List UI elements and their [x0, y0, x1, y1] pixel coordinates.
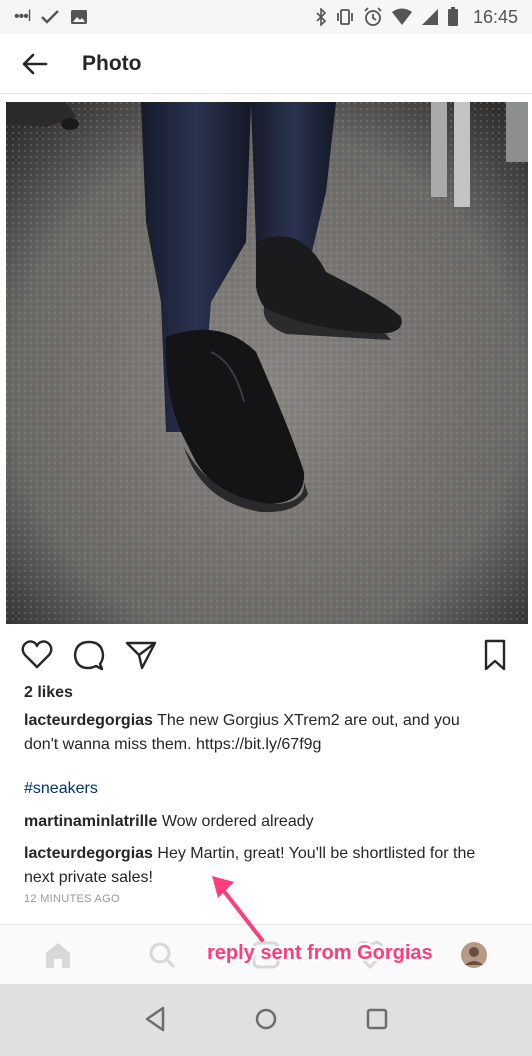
back-button[interactable] [0, 34, 70, 94]
recents-square-icon[interactable] [360, 1002, 394, 1036]
heart-outline-icon[interactable] [20, 638, 54, 672]
arrow-left-icon [22, 53, 48, 74]
comment-text: Wow ordered already [161, 813, 314, 830]
bookmark-icon[interactable] [478, 638, 512, 672]
alarm-icon [364, 7, 382, 26]
comment-item: martinaminlatrille Wow ordered already [24, 811, 504, 833]
back-triangle-icon[interactable] [138, 1002, 172, 1036]
likes-count[interactable]: 2 likes [24, 684, 73, 702]
comment-author[interactable]: martinaminlatrille [24, 813, 157, 830]
comment-bubble-icon[interactable] [72, 638, 106, 672]
status-left: •••l [14, 8, 88, 26]
post-photo[interactable] [6, 102, 528, 624]
home-icon[interactable] [42, 939, 74, 971]
post-timestamp: 12 MINUTES AGO [24, 893, 120, 905]
battery-icon [447, 7, 458, 26]
bluetooth-icon [316, 8, 327, 26]
page-title: Photo [82, 51, 142, 75]
status-time: 16:45 [472, 6, 518, 27]
wifi-icon [391, 8, 412, 25]
signal-dots-icon: •••l [14, 8, 31, 25]
status-bar: •••l 16:45 [0, 0, 532, 34]
search-icon[interactable] [146, 939, 178, 971]
app-bar: Photo [0, 34, 532, 94]
annotation-arrow-icon [212, 876, 264, 942]
post-caption: lacteurdegorgias The new Gorgius XTrem2 … [24, 709, 494, 757]
photo-sneakers [6, 102, 528, 624]
annotation-label: reply sent from Gorgias [207, 942, 433, 964]
home-circle-icon[interactable] [249, 1002, 283, 1036]
caption-author[interactable]: lacteurdegorgias [24, 712, 153, 729]
gallery-icon [71, 10, 88, 24]
cell-signal-icon [421, 9, 438, 25]
status-right: 16:45 [315, 7, 518, 28]
check-icon [41, 10, 60, 24]
system-nav-bar [0, 984, 532, 1056]
paper-plane-icon[interactable] [124, 638, 158, 672]
hashtag-link[interactable]: #sneakers [24, 780, 98, 798]
profile-icon[interactable] [458, 939, 490, 971]
comment-author[interactable]: lacteurdegorgias [24, 845, 153, 862]
vibrate-icon [337, 9, 353, 25]
post-actions [0, 632, 532, 678]
